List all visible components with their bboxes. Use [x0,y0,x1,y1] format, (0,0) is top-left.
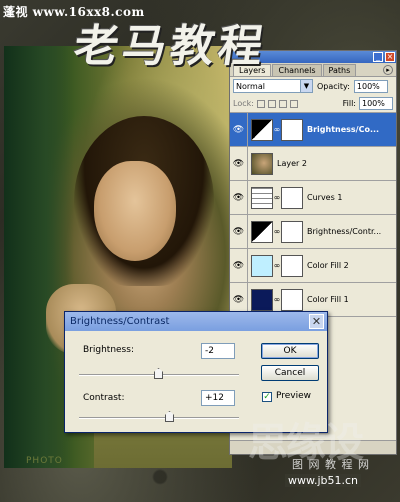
tab-paths[interactable]: Paths [322,64,357,76]
blend-mode-value: Normal [236,81,265,91]
layer-name: Curves 1 [307,193,343,202]
layer-row[interactable]: 👁 ∞ Brightness/Co... [230,113,396,147]
contrast-label: Contrast: [83,393,125,403]
watermark-url: www.jb51.cn [285,474,362,487]
mask-thumb [281,118,303,141]
panel-menu-icon[interactable]: ▸ [383,65,393,75]
layer-list: 👁 ∞ Brightness/Co... 👁 Layer 2 👁 ∞ Curve… [230,113,396,317]
contrast-input[interactable]: +12 [201,390,235,406]
lock-row: Lock: Fill: 100% [230,95,396,113]
layer-thumb [251,152,273,175]
color-fill-thumb [251,288,273,311]
layer-name: Layer 2 [277,159,307,168]
eye-icon[interactable]: 👁 [230,113,248,146]
link-icon: ∞ [273,125,281,134]
close-icon[interactable]: ✕ [309,314,324,329]
cancel-button[interactable]: Cancel [261,365,319,381]
lock-transparency-icon[interactable] [256,99,265,108]
eye-icon[interactable]: 👁 [230,147,248,180]
mask-thumb [281,288,303,311]
link-icon: ∞ [273,261,281,270]
eye-icon[interactable]: 👁 [230,249,248,282]
fill-value: 100% [362,99,385,108]
blend-row: Normal ▼ Opacity: 100% [230,77,396,95]
link-icon: ∞ [273,295,281,304]
contrast-slider-track[interactable] [79,417,239,419]
preview-label: Preview [276,391,312,401]
curves-thumb [251,186,273,209]
layer-name: Color Fill 2 [307,261,349,270]
minimize-icon[interactable]: _ [373,52,383,62]
layer-row[interactable]: 👁 ∞ Curves 1 [230,181,396,215]
layer-name: Brightness/Contr... [307,227,382,236]
dialog-title: Brightness/Contrast [70,316,170,327]
photo-watermark: PHOTO [26,456,63,466]
lock-label: Lock: [233,99,254,108]
layer-row[interactable]: 👁 ∞ Brightness/Contr... [230,215,396,249]
fill-label: Fill: [342,99,356,108]
ok-button[interactable]: OK [261,343,319,359]
watermark-mid: 图 网 教 程 网 [292,458,370,471]
contrast-slider-thumb[interactable] [165,411,174,422]
layer-row[interactable]: 👁 Layer 2 [230,147,396,181]
brightness-input[interactable]: -2 [201,343,235,359]
brightness-label: Brightness: [83,345,134,355]
calligraphy-title: 老马教程 [70,21,270,72]
color-fill-thumb [251,254,273,277]
layer-name: Brightness/Co... [307,125,380,134]
layer-name: Color Fill 1 [307,295,349,304]
mask-thumb [281,186,303,209]
eye-icon[interactable]: 👁 [230,181,248,214]
mask-thumb [281,220,303,243]
opacity-label: Opacity: [317,81,350,91]
canvas: 蓬视 www.16xx8.com 老马教程 PHOTO _ × Layers C… [0,0,400,502]
adjustment-thumb [251,220,273,243]
lock-all-icon[interactable] [289,99,298,108]
link-icon: ∞ [273,227,281,236]
photo-face [94,161,176,261]
adjustment-thumb [251,118,273,141]
lock-position-icon[interactable] [278,99,287,108]
lock-pixels-icon[interactable] [267,99,276,108]
opacity-input[interactable]: 100% [353,79,388,93]
tab-channels[interactable]: Channels [272,64,322,76]
mask-thumb [281,254,303,277]
chevron-down-icon[interactable]: ▼ [300,80,312,92]
link-icon: ∞ [273,193,281,202]
preview-checkbox[interactable]: ✓ [262,392,272,402]
opacity-value: 100% [356,81,380,91]
brightness-slider-thumb[interactable] [154,368,163,379]
close-icon[interactable]: × [385,52,395,62]
eye-icon[interactable]: 👁 [230,215,248,248]
blend-mode-select[interactable]: Normal ▼ [233,79,313,93]
layer-row[interactable]: 👁 ∞ Color Fill 2 [230,249,396,283]
dialog-titlebar[interactable]: Brightness/Contrast ✕ [65,312,327,331]
fill-input[interactable]: 100% [359,97,393,110]
